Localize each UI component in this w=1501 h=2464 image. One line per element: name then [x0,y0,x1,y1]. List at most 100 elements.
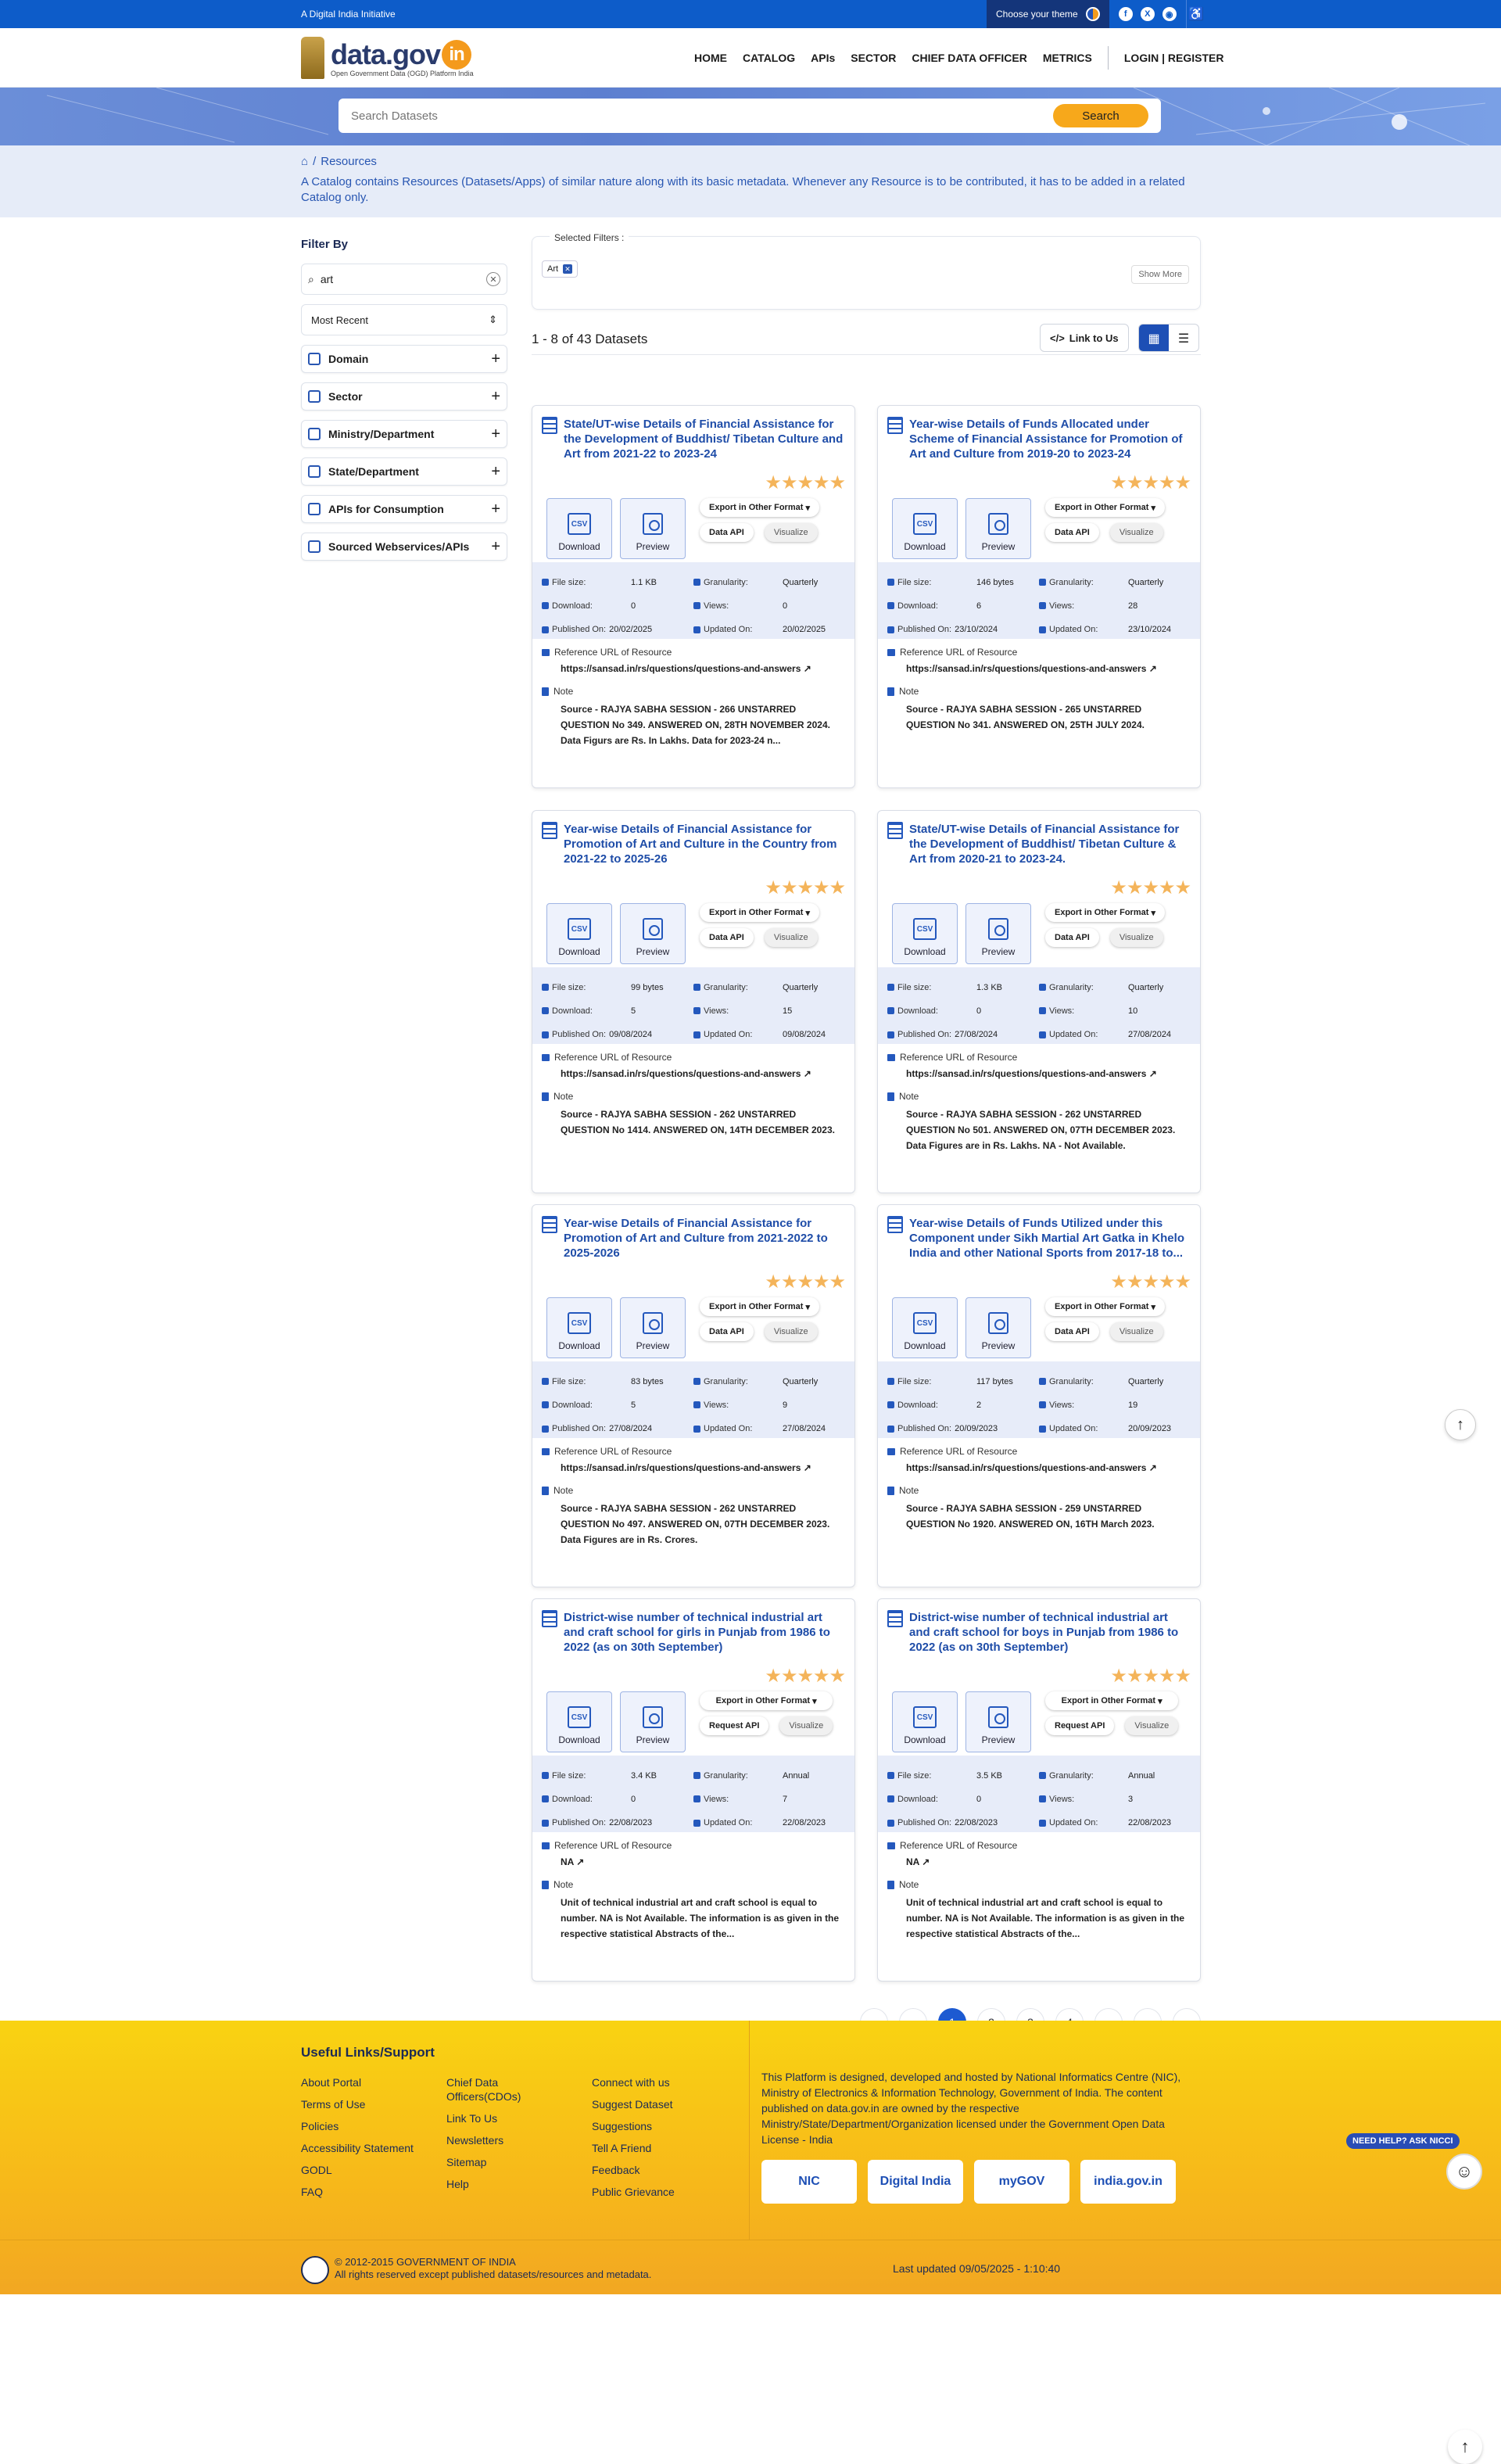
nic-logo[interactable]: NIC [761,2160,857,2204]
preview-button[interactable]: Preview [965,498,1031,559]
external-link-icon[interactable]: ↗ [1149,1068,1157,1079]
preview-button[interactable]: Preview [965,903,1031,964]
external-link-icon[interactable]: ↗ [922,1856,930,1867]
filter-query[interactable]: art [321,273,333,285]
digital-india-logo[interactable]: Digital India [868,2160,963,2204]
reference-url-link[interactable]: https://sansad.in/rs/questions/questions… [906,663,1146,674]
home-icon[interactable]: ⌂ [301,155,308,168]
data-api-button[interactable]: Data API [1045,928,1099,947]
facet-sector[interactable]: Sector + [301,382,507,411]
search-input[interactable] [351,109,1053,123]
footer-link[interactable]: FAQ [301,2185,426,2199]
nav-cdo[interactable]: CHIEF DATA OFFICER [912,52,1027,64]
search-button[interactable]: Search [1053,104,1148,127]
visualize-button[interactable]: Visualize [1109,1322,1163,1341]
plus-icon[interactable]: + [491,463,500,481]
data-api-button[interactable]: Data API [1045,523,1099,542]
facebook-icon[interactable]: f [1118,7,1133,21]
export-format-dropdown[interactable]: Export in Other Format ▾ [700,498,819,517]
footer-link[interactable]: Terms of Use [301,2097,426,2111]
reference-url-link[interactable]: NA [561,1856,574,1867]
nav-catalog[interactable]: CATALOG [743,52,795,64]
rss-icon[interactable]: ◉ [1162,7,1177,21]
facet-webservices[interactable]: Sourced Webservices/APIs + [301,533,507,561]
footer-link[interactable]: Link To Us [446,2111,548,2125]
show-more-button[interactable]: Show More [1131,265,1189,284]
nav-metrics[interactable]: METRICS [1043,52,1092,64]
scroll-top-icon[interactable]: ↑ [1445,1409,1476,1440]
external-link-icon[interactable]: ↗ [1149,663,1157,674]
reference-url-link[interactable]: https://sansad.in/rs/questions/questions… [906,1462,1146,1473]
external-link-icon[interactable]: ↗ [576,1856,584,1867]
visualize-button[interactable]: Visualize [764,928,818,947]
download-button[interactable]: CSV Download [892,1297,958,1358]
data-api-button[interactable]: Data API [700,928,754,947]
filter-chip[interactable]: Art ✕ [542,260,579,278]
footer-link[interactable]: Newsletters [446,2133,548,2147]
footer-link[interactable]: Chief Data Officers(CDOs) [446,2075,548,2104]
visualize-button[interactable]: Visualize [1109,523,1163,542]
facet-apis[interactable]: APIs for Consumption + [301,495,507,523]
export-format-dropdown[interactable]: Export in Other Format ▾ [1045,498,1165,517]
list-view-icon[interactable]: ☰ [1169,325,1198,351]
rating-stars-icon[interactable]: ★★★★★ [765,877,846,899]
reference-url-link[interactable]: https://sansad.in/rs/questions/questions… [561,1068,801,1079]
plus-icon[interactable]: + [491,350,500,368]
reference-url-link[interactable]: https://sansad.in/rs/questions/questions… [561,663,801,674]
reference-url-link[interactable]: https://sansad.in/rs/questions/questions… [906,1068,1146,1079]
export-format-dropdown[interactable]: Export in Other Format ▾ [1045,1297,1165,1316]
preview-button[interactable]: Preview [620,903,686,964]
preview-button[interactable]: Preview [620,1297,686,1358]
plus-icon[interactable]: + [491,538,500,556]
preview-button[interactable]: Preview [620,1691,686,1752]
data-api-button[interactable]: Data API [700,523,754,542]
filter-search-field[interactable]: ⌕ art ✕ [301,264,507,295]
footer-link[interactable]: Connect with us [592,2075,733,2089]
visualize-button[interactable]: Visualize [764,523,818,542]
rating-stars-icon[interactable]: ★★★★★ [765,1271,846,1293]
export-format-dropdown[interactable]: Export in Other Format ▾ [700,1691,833,1710]
data-api-button[interactable]: Request API [1045,1716,1115,1735]
visualize-button[interactable]: Visualize [764,1322,818,1341]
plus-icon[interactable]: + [491,425,500,443]
link-to-us-button[interactable]: </> Link to Us [1040,324,1129,352]
download-button[interactable]: CSV Download [546,903,612,964]
download-button[interactable]: CSV Download [892,903,958,964]
rating-stars-icon[interactable]: ★★★★★ [1110,472,1191,494]
help-chat-label[interactable]: NEED HELP? ASK NICCI [1346,2133,1460,2149]
chat-avatar-icon[interactable]: ☺ [1446,2154,1482,2190]
theme-chooser[interactable]: Choose your theme [987,0,1109,28]
preview-button[interactable]: Preview [620,498,686,559]
sort-select[interactable]: Most Recent ⇕ [301,304,507,335]
facet-domain[interactable]: Domain + [301,345,507,373]
external-link-icon[interactable]: ↗ [804,663,811,674]
clear-icon[interactable]: ✕ [486,272,500,286]
mygov-logo[interactable]: myGOV [974,2160,1069,2204]
data-api-button[interactable]: Request API [700,1716,769,1735]
footer-link[interactable]: Accessibility Statement [301,2141,426,2155]
export-format-dropdown[interactable]: Export in Other Format ▾ [700,903,819,922]
rating-stars-icon[interactable]: ★★★★★ [765,472,846,494]
download-button[interactable]: CSV Download [546,1297,612,1358]
facet-state[interactable]: State/Department + [301,457,507,486]
theme-icon[interactable] [1085,7,1100,21]
download-button[interactable]: CSV Download [546,498,612,559]
external-link-icon[interactable]: ↗ [1149,1462,1157,1473]
footer-link[interactable]: GODL [301,2163,426,2177]
export-format-dropdown[interactable]: Export in Other Format ▾ [700,1297,819,1316]
grid-view-icon[interactable]: ▦ [1139,325,1169,351]
data-api-button[interactable]: Data API [1045,1322,1099,1341]
footer-link[interactable]: Policies [301,2119,426,2133]
facet-ministry[interactable]: Ministry/Department + [301,420,507,448]
rating-stars-icon[interactable]: ★★★★★ [1110,877,1191,899]
preview-button[interactable]: Preview [965,1691,1031,1752]
export-format-dropdown[interactable]: Export in Other Format ▾ [1045,1691,1179,1710]
visualize-button[interactable]: Visualize [1109,928,1163,947]
nav-apis[interactable]: APIs [811,52,835,64]
visualize-button[interactable]: Visualize [1125,1716,1179,1735]
external-link-icon[interactable]: ↗ [804,1462,811,1473]
accessibility-icon[interactable]: ♿ [1185,0,1206,28]
plus-icon[interactable]: + [491,388,500,406]
reference-url-link[interactable]: NA [906,1856,919,1867]
plus-icon[interactable]: + [491,500,500,518]
